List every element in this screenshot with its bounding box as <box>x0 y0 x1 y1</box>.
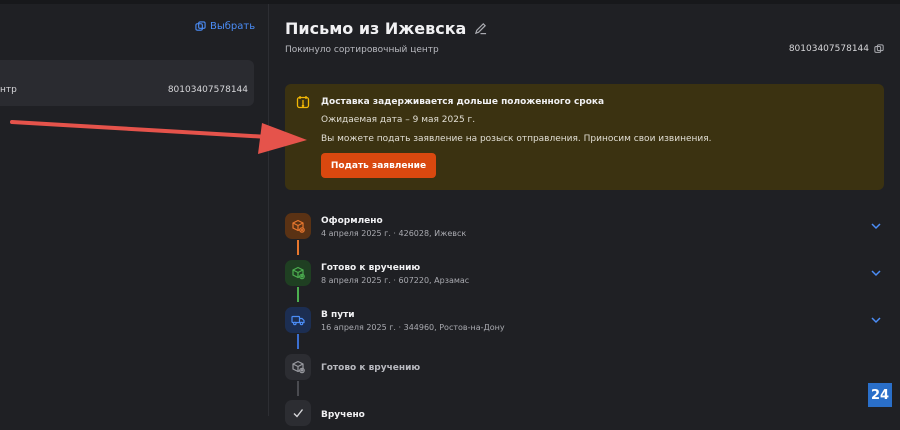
page-title-text: Письмо из Ижевска <box>285 19 467 38</box>
shipment-list-item[interactable]: нтр 80103407578144 <box>0 60 254 106</box>
timeline-step-details: 4 апреля 2025 г. · 426028, Ижевск <box>321 229 467 238</box>
copy-select-icon <box>195 21 206 31</box>
box-plus-icon <box>292 219 305 233</box>
page-title: Письмо из Ижевска <box>285 19 487 38</box>
calendar-warning-icon <box>296 96 310 109</box>
timeline-step-icon <box>285 400 311 426</box>
timeline-step-name: Вручено <box>321 410 365 420</box>
select-button-label: Выбрать <box>210 21 256 32</box>
alert-heading: Доставка задерживается дольше положенног… <box>321 97 605 107</box>
timeline-step-name: Оформлено <box>321 216 383 226</box>
tracking-number-text: 80103407578144 <box>788 44 869 54</box>
left-panel: Выбрать нтр 80103407578144 <box>0 4 268 416</box>
check-icon <box>293 409 304 418</box>
timeline-step-registered[interactable]: Оформлено 4 апреля 2025 г. · 426028, Иже… <box>285 213 884 243</box>
truck-icon <box>291 315 305 326</box>
shipment-list-item-tracking: 80103407578144 <box>167 85 248 95</box>
timeline-step-name: Готово к вручению <box>321 363 421 373</box>
chevron-down-icon[interactable] <box>870 314 882 326</box>
alert-expected-date: Ожидаемая дата – 9 мая 2025 г. <box>321 115 476 125</box>
box-location-icon <box>292 360 305 374</box>
shipment-list-item-status: нтр <box>0 85 17 95</box>
timeline-step-icon <box>285 354 311 380</box>
timeline-step-details: 8 апреля 2025 г. · 607220, Арзамас <box>321 276 470 285</box>
edit-icon[interactable] <box>474 22 487 35</box>
timeline-step-icon <box>285 307 311 333</box>
submit-claim-button[interactable]: Подать заявление <box>321 153 436 178</box>
tracking-number[interactable]: 80103407578144 <box>789 44 884 54</box>
chevron-down-icon[interactable] <box>870 220 882 232</box>
timeline-step-name: Готово к вручению <box>321 263 421 273</box>
alert-message: Вы можете подать заявление на розыск отп… <box>321 134 712 144</box>
shipment-details: Письмо из Ижевска Покинуло сортировочный… <box>269 4 900 426</box>
shipment-status: Покинуло сортировочный центр <box>285 45 439 55</box>
select-button[interactable]: Выбрать <box>195 21 255 32</box>
copy-icon[interactable] <box>874 44 884 54</box>
timeline-step-details: 16 апреля 2025 г. · 344960, Ростов-на-До… <box>321 323 505 332</box>
delay-alert: Доставка задерживается дольше положенног… <box>285 84 884 190</box>
timeline-step-delivered: Вручено <box>285 400 884 430</box>
timeline-step-in-transit[interactable]: В пути 16 апреля 2025 г. · 344960, Росто… <box>285 307 884 337</box>
box-location-icon <box>292 266 305 280</box>
timeline-step-ready[interactable]: Готово к вручению 8 апреля 2025 г. · 607… <box>285 260 884 290</box>
timeline-step-ready-pending: Готово к вручению <box>285 354 884 384</box>
timeline-step-icon <box>285 213 311 239</box>
timeline-step-name: В пути <box>321 310 355 320</box>
chevron-down-icon[interactable] <box>870 267 882 279</box>
timeline-step-icon <box>285 260 311 286</box>
watermark-badge: 24 <box>868 383 892 407</box>
